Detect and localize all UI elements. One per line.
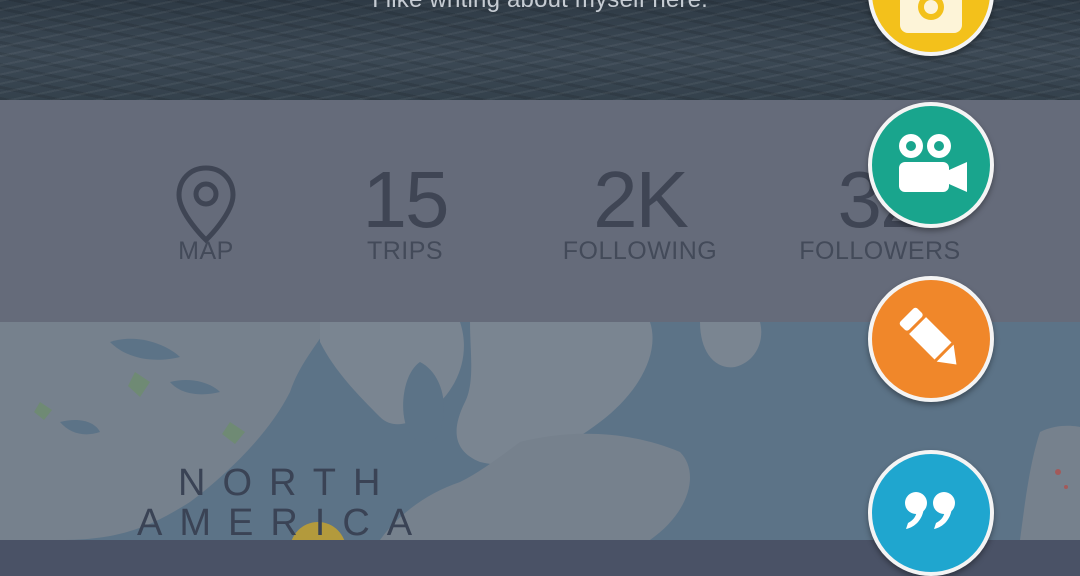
quote-button[interactable] (868, 450, 994, 576)
stat-followers-label: FOLLOWERS (799, 237, 961, 265)
video-camera-icon (899, 134, 967, 192)
map-pin-icon (160, 160, 252, 244)
stat-following-label: FOLLOWING (562, 237, 718, 265)
video-button[interactable] (868, 102, 994, 228)
continent-label-america: AMERICA (137, 502, 430, 540)
stat-following-value: 2K (593, 155, 689, 244)
stat-trips-label: TRIPS (366, 237, 444, 265)
stat-map-label: MAP (178, 237, 234, 265)
stat-trips[interactable]: 15 TRIPS (340, 155, 470, 265)
stat-map[interactable]: MAP (160, 160, 252, 264)
stat-following[interactable]: 2K FOLLOWING (555, 155, 725, 265)
stat-trips-value: 15 (362, 155, 450, 244)
pencil-icon (899, 307, 957, 365)
camera-icon (900, 0, 962, 33)
continent-label-north: NORTH (178, 462, 398, 504)
write-button[interactable] (868, 276, 994, 402)
quote-icon (905, 492, 955, 529)
